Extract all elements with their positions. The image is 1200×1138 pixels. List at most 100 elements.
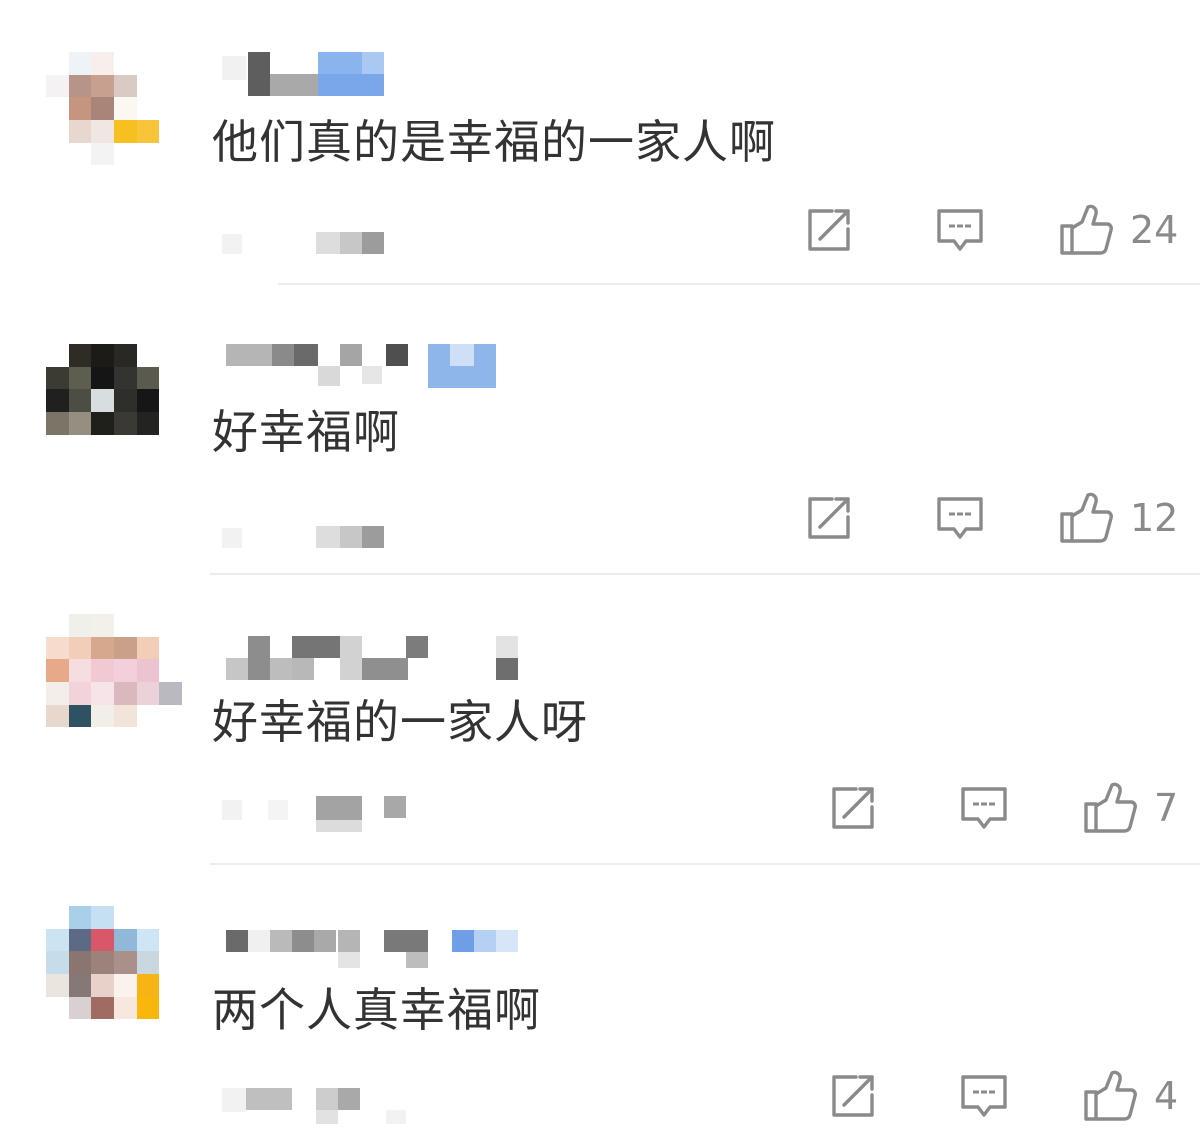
avatar-pixel — [136, 704, 160, 728]
share-icon — [830, 1073, 878, 1119]
avatar-pixel — [68, 951, 92, 974]
reply-button[interactable] — [936, 200, 984, 260]
avatar-pixel — [68, 906, 92, 929]
avatar-pixel — [159, 951, 182, 974]
share-button[interactable] — [830, 1066, 878, 1126]
avatar-pixel — [46, 165, 69, 188]
avatar-pixel — [46, 614, 69, 637]
avatar-pixel — [159, 636, 182, 660]
reply-button[interactable] — [936, 488, 984, 548]
divider — [210, 573, 1200, 575]
avatar-pixel — [68, 996, 92, 1020]
avatar-pixel — [68, 704, 92, 728]
avatar-pixel — [159, 659, 182, 682]
avatar-pixel — [136, 165, 160, 188]
avatar-pixel — [113, 434, 137, 458]
avatar-pixel — [136, 411, 160, 435]
comment-icon — [960, 1074, 1008, 1118]
avatar-pixel — [113, 74, 137, 98]
avatar-pixel — [68, 973, 92, 997]
avatar-pixel — [91, 165, 114, 188]
like-button[interactable]: 7 — [1084, 778, 1178, 838]
avatar-pixel — [113, 704, 137, 728]
avatar-pixel — [68, 457, 92, 480]
like-button[interactable]: 24 — [1060, 200, 1178, 260]
avatar-pixel — [46, 727, 69, 750]
avatar-pixel — [46, 52, 69, 75]
avatar-pixel — [136, 727, 160, 750]
avatar-pixel — [46, 1019, 69, 1042]
avatar-pixel — [91, 928, 114, 952]
avatar-pixel — [159, 614, 182, 637]
avatar-pixel — [91, 366, 114, 390]
avatar-pixel — [91, 457, 114, 480]
comment-actions: 7 — [830, 778, 1200, 838]
share-button[interactable] — [806, 488, 854, 548]
avatar-pixel — [46, 951, 69, 974]
avatar-pixel — [136, 928, 160, 952]
avatar-pixel — [46, 344, 69, 367]
avatar-pixel — [113, 681, 137, 705]
avatar-pixel — [159, 119, 182, 143]
avatar-pixel — [159, 411, 182, 435]
avatar-pixel — [159, 1019, 182, 1042]
avatar-pixel — [136, 659, 160, 682]
share-button[interactable] — [806, 200, 854, 260]
avatar-pixel — [68, 366, 92, 390]
thumbs-up-icon — [1060, 204, 1114, 256]
avatar-pixel — [46, 659, 69, 682]
avatar-pixel — [91, 636, 114, 660]
avatar-pixel — [159, 366, 182, 390]
avatar-pixel — [91, 119, 114, 143]
comment-text: 好幸福啊 — [212, 405, 400, 459]
divider — [278, 283, 1200, 285]
share-icon — [830, 785, 878, 831]
avatar-pixel — [68, 389, 92, 412]
avatar-pixel — [46, 681, 69, 705]
avatar-pixel — [136, 434, 160, 458]
avatar-pixel — [91, 727, 114, 750]
avatar-pixel — [136, 614, 160, 637]
avatar-pixel — [91, 704, 114, 728]
avatar[interactable] — [46, 614, 182, 750]
share-icon — [806, 495, 854, 541]
avatar-pixel — [136, 119, 160, 143]
avatar-pixel — [46, 457, 69, 480]
avatar-pixel — [68, 74, 92, 98]
avatar[interactable] — [46, 344, 182, 480]
avatar-pixel — [113, 996, 137, 1020]
comment-actions: 12 — [806, 488, 1200, 548]
thumbs-up-icon — [1060, 492, 1114, 544]
avatar-pixel — [91, 681, 114, 705]
avatar[interactable] — [46, 52, 182, 188]
avatar-pixel — [46, 996, 69, 1020]
thumbs-up-icon — [1084, 782, 1138, 834]
like-button[interactable]: 12 — [1060, 488, 1178, 548]
comment-text: 两个人真幸福啊 — [212, 983, 541, 1037]
avatar-pixel — [46, 928, 69, 952]
avatar-pixel — [68, 727, 92, 750]
reply-button[interactable] — [960, 778, 1008, 838]
avatar-pixel — [113, 659, 137, 682]
avatar-pixel — [91, 659, 114, 682]
avatar-pixel — [159, 97, 182, 120]
avatar-pixel — [159, 928, 182, 952]
avatar-pixel — [46, 973, 69, 997]
avatar-pixel — [159, 973, 182, 997]
avatar-pixel — [68, 97, 92, 120]
avatar-pixel — [136, 97, 160, 120]
avatar-pixel — [136, 74, 160, 98]
like-button[interactable]: 4 — [1084, 1066, 1178, 1126]
avatar-pixel — [159, 165, 182, 188]
avatar-pixel — [91, 906, 114, 929]
avatar-pixel — [159, 906, 182, 929]
avatar-pixel — [136, 52, 160, 75]
share-button[interactable] — [830, 778, 878, 838]
reply-button[interactable] — [960, 1066, 1008, 1126]
avatar-pixel — [159, 142, 182, 166]
avatar-pixel — [136, 1019, 160, 1042]
avatar-pixel — [159, 52, 182, 75]
avatar-pixel — [113, 52, 137, 75]
avatar[interactable] — [46, 906, 182, 1042]
like-count: 4 — [1154, 1074, 1179, 1118]
